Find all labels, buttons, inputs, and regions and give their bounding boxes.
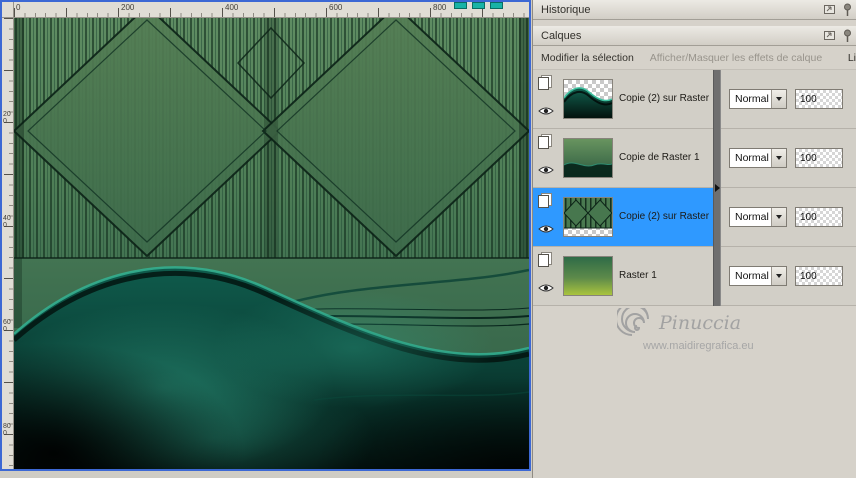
blend-mode-select[interactable]: Normal (729, 266, 787, 286)
watermark: Pinuccia www.maidiregrafica.eu (617, 306, 847, 368)
blend-dropdown-button[interactable] (771, 90, 786, 108)
layer-thumbnail[interactable] (563, 256, 613, 296)
vertical-ruler: 200 400 600 800 (2, 18, 14, 469)
blend-dropdown-button[interactable] (771, 208, 786, 226)
ruler-label: 600 (3, 319, 11, 333)
opacity-value: 100 (800, 270, 817, 282)
link-button-truncated[interactable]: Li (848, 52, 856, 64)
image-canvas[interactable] (14, 18, 529, 469)
opacity-field[interactable]: 100 (795, 207, 843, 227)
layer-row-main[interactable]: Raster 1 (533, 247, 713, 305)
ruler-label: 800 (3, 423, 11, 437)
ruler-label: 200 (3, 111, 11, 125)
blend-dropdown-button[interactable] (771, 149, 786, 167)
visibility-eye-icon[interactable] (538, 103, 554, 121)
chevron-down-icon (776, 156, 782, 160)
watermark-url: www.maidiregrafica.eu (643, 340, 754, 352)
layers-header-icons (823, 29, 852, 43)
ruler-label: 600 (329, 3, 343, 12)
layer-row-controls: Normal 100 (721, 129, 856, 187)
blend-mode-value: Normal (735, 152, 769, 164)
modify-selection-button[interactable]: Modifier la sélection (541, 52, 634, 64)
watermark-name: Pinuccia (659, 312, 742, 334)
canvas-window: 0 200 400 600 800 200 400 600 800 (0, 0, 531, 471)
blend-mode-value: Normal (735, 270, 769, 282)
layer-row[interactable]: Copie (2) sur Raster 1 Normal 100 (533, 188, 856, 247)
blend-mode-value: Normal (735, 211, 769, 223)
chevron-down-icon (776, 97, 782, 101)
layer-name[interactable]: Copie (2) sur Raster 1 (619, 211, 712, 222)
opacity-field[interactable]: 100 (795, 148, 843, 168)
layer-row-controls: Normal 100 (721, 247, 856, 305)
history-panel-title: Historique (541, 3, 591, 16)
window-restore-button[interactable] (472, 2, 485, 9)
canvas-window-buttons (454, 2, 503, 9)
chevron-down-icon (776, 215, 782, 219)
layers-panel-header[interactable]: Calques (533, 26, 856, 46)
ruler-corner (2, 2, 14, 18)
layer-row[interactable]: Raster 1 Normal 100 (533, 247, 856, 306)
layer-name[interactable]: Copie de Raster 1 (619, 152, 712, 163)
opacity-value: 100 (800, 93, 817, 105)
window-minimize-button[interactable] (454, 2, 467, 9)
canvas-artwork (14, 18, 529, 469)
opacity-value: 100 (800, 152, 817, 164)
float-panel-icon[interactable] (823, 4, 836, 15)
ruler-label: 800 (433, 3, 447, 12)
panel-splitter[interactable] (713, 70, 721, 306)
history-panel-header[interactable]: Historique (533, 0, 856, 20)
blend-mode-value: Normal (735, 93, 769, 105)
blend-mode-select[interactable]: Normal (729, 207, 787, 227)
layer-type-icon (536, 133, 554, 154)
visibility-eye-icon[interactable] (538, 280, 554, 298)
horizontal-ruler: 0 200 400 600 800 (14, 2, 529, 18)
ruler-label: 400 (3, 215, 11, 229)
layer-type-icon (536, 74, 554, 95)
layer-row-main-selected[interactable]: Copie (2) sur Raster 1 (533, 188, 713, 246)
layer-name[interactable]: Raster 1 (619, 270, 712, 281)
pin-icon[interactable] (843, 3, 852, 17)
window-close-button[interactable] (490, 2, 503, 9)
opacity-value: 100 (800, 211, 817, 223)
ruler-label: 0 (16, 3, 21, 12)
layer-thumbnail[interactable] (563, 197, 613, 237)
layer-row-main[interactable]: Copie (2) sur Raster 1 (533, 70, 713, 128)
chevron-down-icon (776, 274, 782, 278)
layers-list: Copie (2) sur Raster 1 Normal 100 Copie … (533, 70, 856, 306)
blend-mode-select[interactable]: Normal (729, 89, 787, 109)
layer-type-icon (536, 192, 554, 213)
layer-row-main[interactable]: Copie de Raster 1 (533, 129, 713, 187)
palettes-panel: Historique Calques Modifier la sélection… (532, 0, 856, 478)
layer-thumbnail[interactable] (563, 138, 613, 178)
pin-icon[interactable] (843, 29, 852, 43)
opacity-field[interactable]: 100 (795, 266, 843, 286)
history-header-icons (823, 3, 852, 17)
layer-type-icon (536, 251, 554, 272)
layer-thumbnail[interactable] (563, 79, 613, 119)
float-panel-icon[interactable] (823, 30, 836, 41)
layers-panel-title: Calques (541, 29, 582, 42)
layer-row-controls: Normal 100 (721, 70, 856, 128)
layer-row-controls: Normal 100 (721, 188, 856, 246)
layer-row[interactable]: Copie de Raster 1 Normal 100 (533, 129, 856, 188)
blend-dropdown-button[interactable] (771, 267, 786, 285)
visibility-eye-icon[interactable] (538, 221, 554, 239)
ruler-label: 200 (121, 3, 135, 12)
layer-name[interactable]: Copie (2) sur Raster 1 (619, 93, 712, 104)
layers-toolbar: Modifier la sélection Afficher/Masquer l… (533, 46, 856, 70)
toggle-layer-effects-button[interactable]: Afficher/Masquer les effets de calque (650, 52, 822, 64)
layer-row[interactable]: Copie (2) sur Raster 1 Normal 100 (533, 70, 856, 129)
opacity-field[interactable]: 100 (795, 89, 843, 109)
ruler-label: 400 (225, 3, 239, 12)
splitter-collapse-arrow[interactable] (715, 184, 720, 192)
paintshop-workspace: 0 200 400 600 800 200 400 600 800 Histor… (0, 0, 856, 478)
visibility-eye-icon[interactable] (538, 162, 554, 180)
blend-mode-select[interactable]: Normal (729, 148, 787, 168)
